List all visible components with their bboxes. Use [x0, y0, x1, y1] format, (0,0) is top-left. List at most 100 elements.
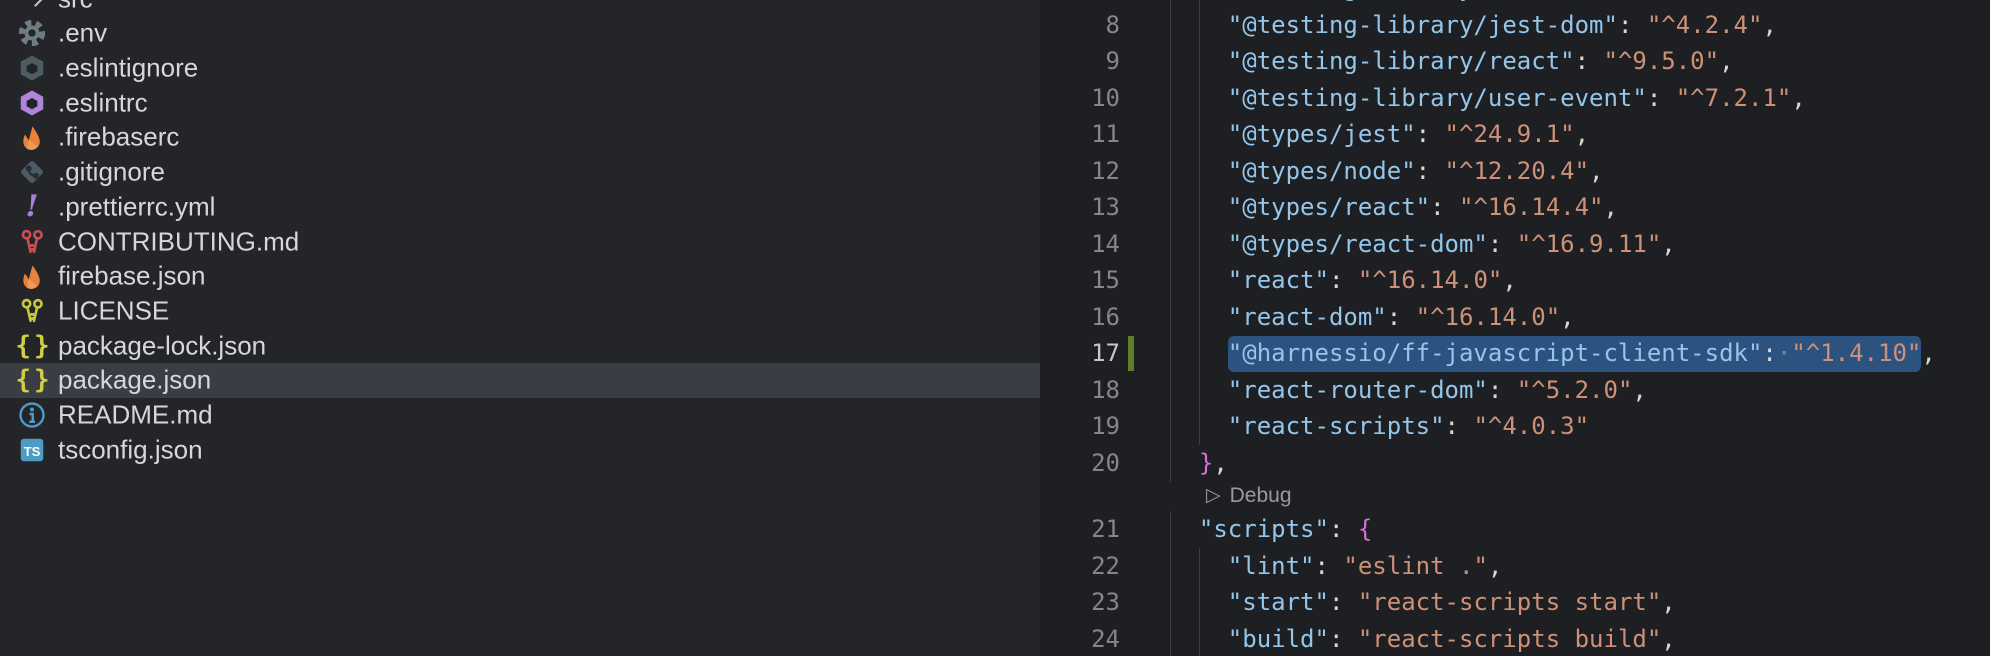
indent-guide: [1199, 584, 1200, 621]
code-token: ·: [1777, 339, 1791, 367]
file-row[interactable]: .eslintrc: [0, 85, 1040, 120]
code-token: "@testing-library/dom": [1228, 0, 1546, 2]
code-token: {: [1358, 515, 1372, 543]
keys-icon: [17, 296, 47, 326]
line-number[interactable]: 13: [1040, 189, 1120, 226]
file-row[interactable]: TStsconfig.json: [0, 432, 1040, 467]
code-line[interactable]: 14 "@types/react-dom": "^16.9.11",: [1040, 226, 1990, 263]
gear-icon: [17, 18, 47, 48]
indent-guide: [1199, 548, 1200, 585]
file-name: .gitignore: [58, 157, 165, 188]
file-row[interactable]: .firebaserc: [0, 120, 1040, 155]
indent-guide: [1170, 511, 1171, 548]
code-token: "@harnessio/ff-javascript-client-sdk": [1228, 339, 1763, 367]
code-token: ,: [1661, 230, 1675, 258]
line-number[interactable]: 8: [1040, 7, 1120, 44]
line-number[interactable]: 17: [1040, 335, 1120, 372]
indent-guide: [1199, 408, 1200, 445]
line-number[interactable]: 23: [1040, 584, 1120, 621]
line-number[interactable]: 16: [1040, 299, 1120, 336]
line-number[interactable]: 22: [1040, 548, 1120, 585]
code-line[interactable]: 22"lint": "eslint .",: [1040, 548, 1990, 585]
info-icon: [17, 400, 47, 430]
code-text: },: [1199, 445, 1228, 482]
code-line[interactable]: 9"@testing-library/react": "^9.5.0",: [1040, 43, 1990, 80]
file-row[interactable]: LICENSE: [0, 294, 1040, 329]
indent-guide: [1170, 408, 1171, 445]
code-line[interactable]: 16"react-dom": "^16.14.0",: [1040, 299, 1990, 336]
line-number[interactable]: 10: [1040, 80, 1120, 117]
code-token: :: [1445, 412, 1474, 440]
file-name: firebase.json: [58, 261, 205, 292]
codelens-debug-link[interactable]: ▷Debug: [1206, 481, 1292, 511]
code-token: :: [1329, 515, 1358, 543]
line-number[interactable]: 12: [1040, 153, 1120, 190]
code-token: "^9.5.0": [1603, 47, 1719, 75]
code-token: :: [1387, 303, 1416, 331]
code-token: :: [1416, 157, 1445, 185]
line-number[interactable]: 15: [1040, 262, 1120, 299]
line-number[interactable]: 24: [1040, 621, 1120, 656]
file-row[interactable]: README.md: [0, 398, 1040, 433]
code-token: "eslint .": [1343, 552, 1488, 580]
code-text: "@testing-library/user-event": "^7.2.1",: [1228, 80, 1806, 117]
file-name: .eslintignore: [58, 53, 198, 84]
line-number[interactable]: 19: [1040, 408, 1120, 445]
code-line[interactable]: 20},: [1040, 445, 1990, 482]
indent-guide: [1170, 335, 1171, 372]
file-row[interactable]: .eslintignore: [0, 51, 1040, 86]
code-token: :: [1488, 230, 1517, 258]
code-token: "@testing-library/react": [1228, 47, 1575, 75]
code-token: "react": [1228, 266, 1329, 294]
file-row[interactable]: !.prettierrc.yml: [0, 190, 1040, 225]
code-line[interactable]: 19"react-scripts": "^4.0.3": [1040, 408, 1990, 445]
code-text: "@types/react": "^16.14.4",: [1228, 189, 1618, 226]
line-number[interactable]: 18: [1040, 372, 1120, 409]
file-row[interactable]: {}package.json: [0, 363, 1040, 398]
indent-guide: [1199, 7, 1200, 44]
indent-guide: [1199, 153, 1200, 190]
code-line[interactable]: 17 "@harnessio/ff-javascript-client-sdk":…: [1040, 335, 1990, 372]
line-number[interactable]: 9: [1040, 43, 1120, 80]
file-row[interactable]: {}package-lock.json: [0, 328, 1040, 363]
code-line[interactable]: 18"react-router-dom": "^5.2.0",: [1040, 372, 1990, 409]
indent-guide: [1199, 335, 1200, 372]
file-name: .firebaserc: [58, 122, 179, 153]
firebase-icon: [17, 261, 47, 291]
code-text: "build": "react-scripts build",: [1228, 621, 1676, 656]
line-number[interactable]: 14: [1040, 226, 1120, 263]
code-token: ,: [1575, 120, 1589, 148]
code-line[interactable]: 21"scripts": {: [1040, 511, 1990, 548]
code-line[interactable]: 15"react": "^16.14.0",: [1040, 262, 1990, 299]
code-token: :: [1762, 339, 1776, 367]
file-row[interactable]: .env: [0, 16, 1040, 51]
code-line[interactable]: 23"start": "react-scripts start",: [1040, 584, 1990, 621]
indent-guide: [1199, 226, 1200, 263]
code-line[interactable]: 24 "build": "react-scripts build",: [1040, 621, 1990, 656]
line-number[interactable]: 20: [1040, 445, 1120, 482]
code-line[interactable]: 11"@types/jest": "^24.9.1",: [1040, 116, 1990, 153]
indent-guide: [1170, 43, 1171, 80]
file-row[interactable]: .gitignore: [0, 155, 1040, 190]
file-row[interactable]: CONTRIBUTING.md: [0, 224, 1040, 259]
code-token: :: [1329, 625, 1358, 653]
line-number[interactable]: 21: [1040, 511, 1120, 548]
line-number[interactable]: 11: [1040, 116, 1120, 153]
code-token: "start": [1228, 588, 1329, 616]
code-line[interactable]: 12"@types/node": "^12.20.4",: [1040, 153, 1990, 190]
code-line[interactable]: 10 "@testing-library/user-event": "^7.2.1…: [1040, 80, 1990, 117]
code-line[interactable]: 8"@testing-library/jest-dom": "^4.2.4",: [1040, 7, 1990, 44]
code-token: "^16.14.0": [1358, 266, 1503, 294]
code-editor: 7"@testing-library/dom": "^7.21.4",8"@te…: [1040, 0, 1990, 656]
indent-guide: [1170, 189, 1171, 226]
code-line[interactable]: 13 "@types/react": "^16.14.4",: [1040, 189, 1990, 226]
code-token: "react-router-dom": [1228, 376, 1488, 404]
file-row[interactable]: firebase.json: [0, 259, 1040, 294]
vscode-window: src .env.eslintignore.eslintrc.firebaser…: [0, 0, 1990, 656]
folder-row-src[interactable]: src: [0, 0, 1040, 16]
firebase-icon: [17, 122, 47, 152]
code-token: "@types/react-dom": [1228, 230, 1488, 258]
code-token: "^16.9.11": [1517, 230, 1662, 258]
indent-guide: [1170, 372, 1171, 409]
code-token: "react-scripts build": [1358, 625, 1661, 653]
